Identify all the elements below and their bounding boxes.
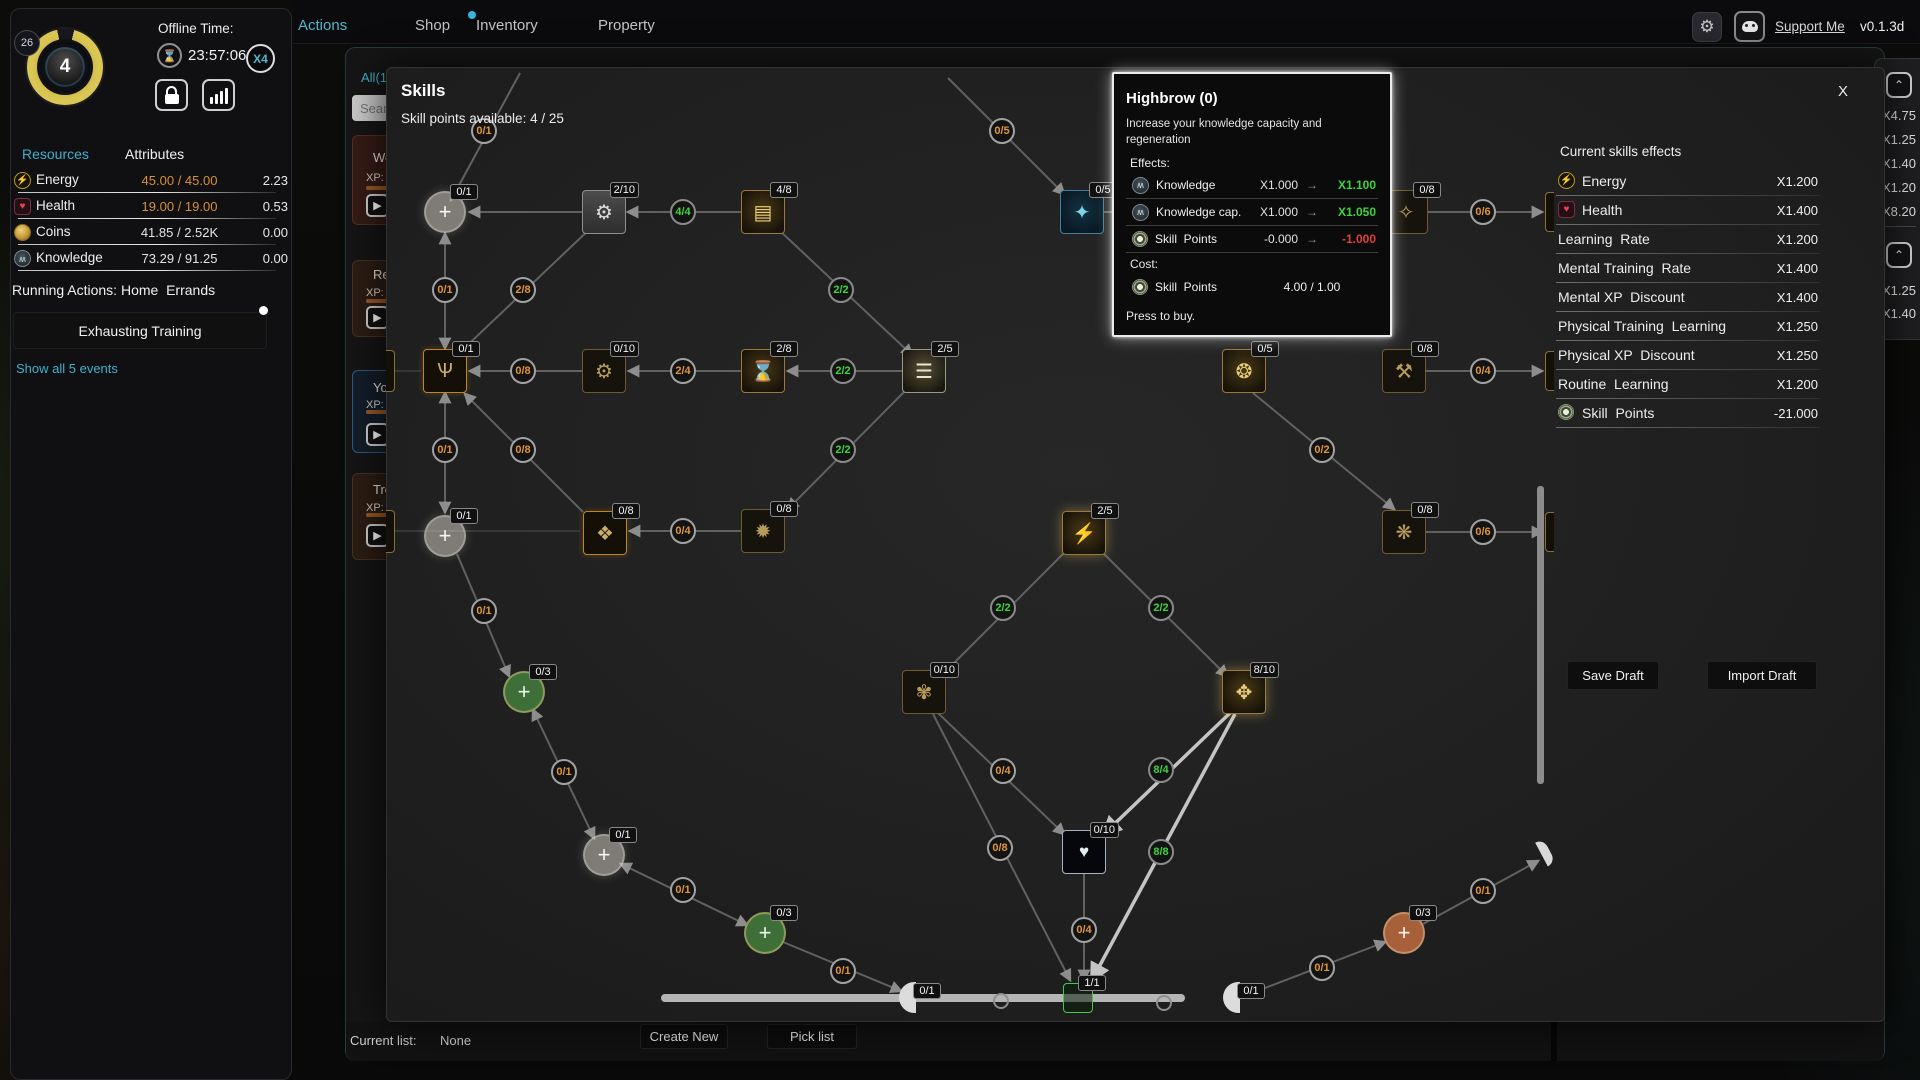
tooltip-effects-label: Effects: <box>1130 156 1378 170</box>
effect-value: X1.200 <box>1777 174 1818 189</box>
effect-name: Mental Training Rate <box>1558 260 1691 276</box>
skill-tooltip: Highbrow (0) Increase your knowledge cap… <box>1112 72 1392 337</box>
cost-name: Skill Points <box>1155 280 1248 294</box>
effect-name: Learning Rate <box>1558 231 1650 247</box>
effect-name: Knowledge cap. <box>1156 205 1248 219</box>
effect-name: Skill Points <box>1155 232 1248 246</box>
effects-panel-title: Current skills effects <box>1560 144 1681 159</box>
divider <box>1556 427 1820 428</box>
tooltip-title: Highbrow (0) <box>1126 90 1378 107</box>
effect-value: X1.400 <box>1777 203 1818 218</box>
effect-name: Physical Training Learning <box>1558 318 1726 334</box>
tooltip-description: Increase your knowledge capacity and reg… <box>1126 116 1366 148</box>
effect-value: X1.250 <box>1777 348 1818 363</box>
cost-value: 4.00 / 1.00 <box>1248 280 1376 294</box>
knowledge-icon: ʍ <box>1132 177 1149 194</box>
effect-to: X1.100 <box>1326 178 1376 192</box>
effect-name: Mental XP Discount <box>1558 289 1685 305</box>
effect-name: Energy <box>1582 173 1626 189</box>
effect-value: X1.200 <box>1777 377 1818 392</box>
effect-value: X1.400 <box>1777 290 1818 305</box>
skills-title: Skills <box>401 81 445 101</box>
skill-points-available: Skill points available: 4 / 25 <box>401 111 564 126</box>
skill-effect-row: Skill Points -21.000 <box>1556 399 1820 428</box>
effect-from: X1.000 <box>1248 178 1298 192</box>
knowledge-icon: ʍ <box>1132 204 1149 221</box>
effect-name: Routine Learning <box>1558 376 1669 392</box>
effect-from: X1.000 <box>1248 205 1298 219</box>
skill-effect-row: Learning Rate X1.200 <box>1556 225 1820 254</box>
effect-name: Physical XP Discount <box>1558 347 1695 363</box>
skill-effect-row: Physical Training Learning X1.250 <box>1556 312 1820 341</box>
skill-points-icon <box>1132 231 1148 247</box>
import-draft-button[interactable]: Import Draft <box>1707 661 1817 690</box>
health-icon: ♥ <box>1558 201 1575 218</box>
skill-points-icon <box>1558 404 1574 420</box>
effect-from: -0.000 <box>1248 232 1298 246</box>
skill-effect-row: ♥ Health X1.400 <box>1556 196 1820 225</box>
save-draft-button[interactable]: Save Draft <box>1567 661 1659 690</box>
skill-effect-row: Mental Training Rate X1.400 <box>1556 254 1820 283</box>
skill-effect-row: Mental XP Discount X1.400 <box>1556 283 1820 312</box>
skills-panel-chrome: Skills Skill points available: 4 / 25 X … <box>0 0 1920 1080</box>
effect-name: Skill Points <box>1582 405 1654 421</box>
skill-effect-row: Physical XP Discount X1.250 <box>1556 341 1820 370</box>
effect-value: X1.400 <box>1777 261 1818 276</box>
tooltip-effect-row: ʍ KnowledgeX1.000→X1.100 <box>1126 172 1378 199</box>
skill-points-icon <box>1132 279 1148 295</box>
energy-icon: ⚡ <box>1558 172 1575 189</box>
effect-value: -21.000 <box>1774 406 1818 421</box>
game-screen: Actions Shop Inventory Property ⚙ Suppor… <box>0 0 1920 1080</box>
close-button[interactable]: X <box>1838 83 1848 100</box>
effect-to: X1.050 <box>1326 205 1376 219</box>
effect-value: X1.200 <box>1777 232 1818 247</box>
effect-to: -1.000 <box>1326 232 1376 246</box>
tooltip-effect-row: ʍ Knowledge cap.X1.000→X1.050 <box>1126 199 1378 226</box>
tooltip-cost-label: Cost: <box>1130 257 1378 271</box>
arrow-right-icon: → <box>1298 178 1326 192</box>
skill-effect-row: Routine Learning X1.200 <box>1556 370 1820 399</box>
tooltip-cost-row: Skill Points 4.00 / 1.00 <box>1126 273 1378 300</box>
effect-name: Health <box>1582 202 1622 218</box>
effect-name: Knowledge <box>1156 178 1248 192</box>
tooltip-effect-row: Skill Points-0.000→-1.000 <box>1126 226 1378 253</box>
tooltip-press-to-buy: Press to buy. <box>1126 309 1378 323</box>
arrow-right-icon: → <box>1298 232 1326 246</box>
skill-effect-row: ⚡ Energy X1.200 <box>1556 167 1820 196</box>
effect-value: X1.250 <box>1777 319 1818 334</box>
arrow-right-icon: → <box>1298 205 1326 219</box>
